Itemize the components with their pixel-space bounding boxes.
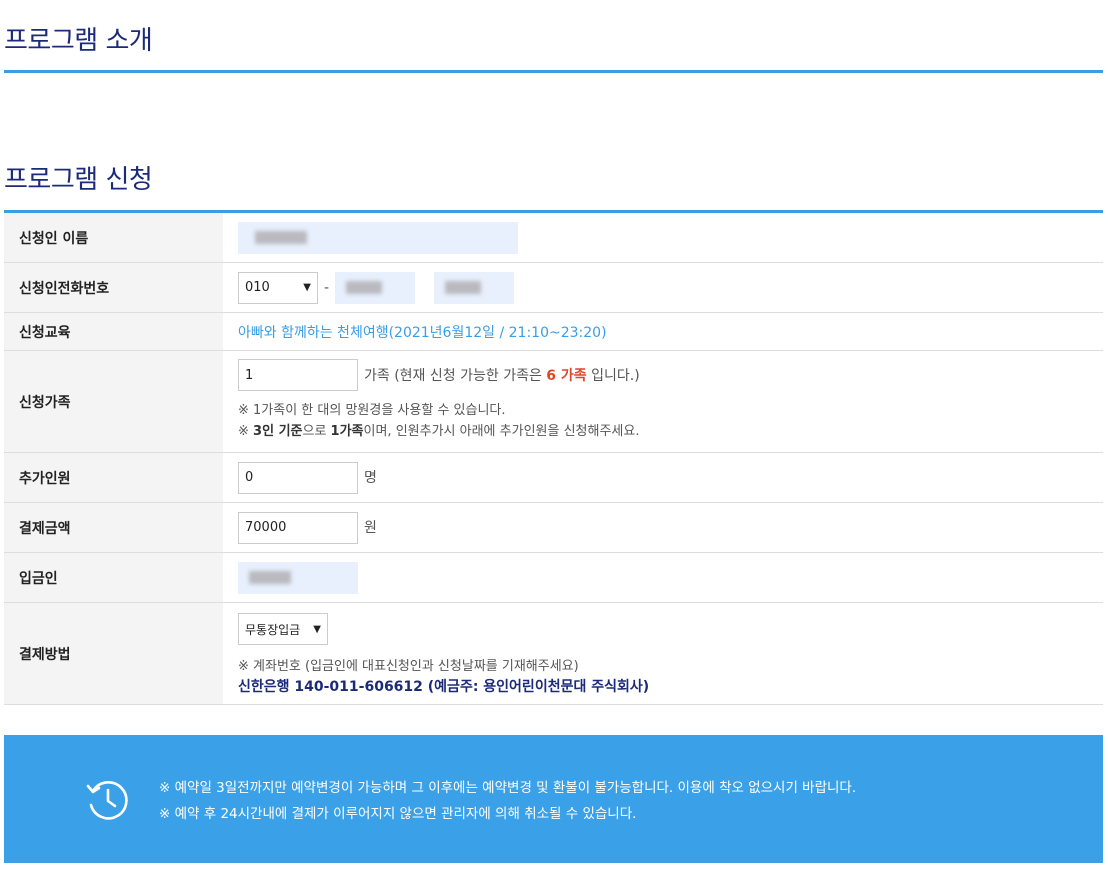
bank-account: 신한은행 140-011-606612 (예금주: 용인어린이천문대 주식회사) <box>238 679 650 695</box>
form-row-amount: 결제금액 70000 원 <box>4 503 1103 553</box>
payment-method-value: 무통장입금 <box>245 622 301 637</box>
applicant-name-input[interactable] <box>238 221 518 254</box>
availability-pre: (현재 신청 가능한 가족은 <box>394 368 547 384</box>
amount-label: 결제금액 <box>4 503 223 552</box>
course-label: 신청교육 <box>4 313 223 350</box>
extra-people-input[interactable]: 0 <box>238 461 358 494</box>
family-label: 신청가족 <box>4 351 223 452</box>
program-intro-title: 프로그램 소개 <box>4 26 153 56</box>
phone-label: 신청인전화번호 <box>4 263 223 312</box>
redacted-value <box>445 281 482 294</box>
form-row-course: 신청교육 아빠와 함께하는 천체여행(2021년6월12일 / 21:10~23… <box>4 313 1103 351</box>
payment-note: ※ 계좌번호 (입금인에 대표신청인과 신청날짜를 기재해주세요) <box>238 659 579 674</box>
notice-line-1: ※ 예약일 3일전까지만 예약변경이 가능하며 그 이후에는 예약변경 및 환불… <box>159 780 857 796</box>
name-label: 신청인 이름 <box>4 213 223 262</box>
family-availability: 가족 (현재 신청 가능한 가족은 6 가족 입니다.) <box>364 365 640 385</box>
form-row-family: 신청가족 1 가족 (현재 신청 가능한 가족은 6 가족 입니다.) ※ 1가… <box>4 351 1103 453</box>
depositor-label: 입금인 <box>4 553 223 602</box>
payment-label: 결제방법 <box>4 603 223 704</box>
phone-prefix-select[interactable]: 010 ▼ <box>238 271 318 304</box>
form-row-name: 신청인 이름 <box>4 213 1103 263</box>
form-row-payment: 결제방법 무통장입금 ▼ ※ 계좌번호 (입금인에 대표신청인과 신청날짜를 기… <box>4 603 1103 705</box>
notice-line-2: ※ 예약 후 24시간내에 결제가 이루어지지 않으면 관리자에 의해 취소될 … <box>159 806 637 822</box>
chevron-down-icon: ▼ <box>303 282 311 293</box>
family-note-1: ※ 1가족이 한 대의 망원경을 사용할 수 있습니다. <box>238 403 506 418</box>
phone-separator-2: - <box>422 279 428 296</box>
family-count-input[interactable]: 1 <box>238 359 358 391</box>
form-row-phone: 신청인전화번호 010 ▼ - - <box>4 263 1103 313</box>
available-family-count: 6 가족 <box>546 368 587 384</box>
phone-prefix-value: 010 <box>245 280 270 295</box>
intro-title-rule <box>4 70 1103 73</box>
amount-value: 70000 <box>245 520 287 535</box>
course-link[interactable]: 아빠와 함께하는 천체여행(2021년6월12일 / 21:10~23:20) <box>238 322 1103 342</box>
amount-unit: 원 <box>364 519 377 536</box>
phone-middle-input[interactable] <box>335 271 416 304</box>
note-mid: 으로 <box>302 424 331 439</box>
history-clock-icon <box>86 781 128 820</box>
redacted-value <box>255 231 307 244</box>
amount-input[interactable]: 70000 <box>238 511 358 544</box>
extra-label: 추가인원 <box>4 453 223 502</box>
family-count-value: 1 <box>245 367 254 383</box>
depositor-input[interactable] <box>238 561 358 594</box>
program-apply-title: 프로그램 신청 <box>4 165 153 195</box>
family-unit: 가족 <box>364 368 390 384</box>
availability-post: 입니다.) <box>586 368 640 384</box>
family-note-2: ※ 3인 기준으로 1가족이며, 인원추가시 아래에 추가인원을 신청해주세요. <box>238 421 1103 442</box>
application-form: 신청인 이름 신청인전화번호 010 ▼ - - 신청교육 아빠와 함께하는 천… <box>4 213 1103 705</box>
notice-banner: ※ 예약일 3일전까지만 예약변경이 가능하며 그 이후에는 예약변경 및 환불… <box>4 735 1103 863</box>
form-row-extra: 추가인원 0 명 <box>4 453 1103 503</box>
note-mark: ※ <box>238 424 254 439</box>
note-bold-1: 3인 기준 <box>253 424 303 439</box>
phone-separator: - <box>324 279 330 296</box>
extra-unit: 명 <box>364 469 377 486</box>
payment-method-select[interactable]: 무통장입금 ▼ <box>238 613 328 645</box>
form-row-depositor: 입금인 <box>4 553 1103 603</box>
redacted-value <box>249 571 291 584</box>
chevron-down-icon: ▼ <box>313 623 321 635</box>
extra-people-value: 0 <box>245 470 254 485</box>
note-bold-2: 1가족 <box>330 424 364 439</box>
phone-last-input[interactable] <box>434 271 515 304</box>
note-post: 이며, 인원추가시 아래에 추가인원을 신청해주세요. <box>363 424 640 439</box>
redacted-value <box>346 281 383 294</box>
